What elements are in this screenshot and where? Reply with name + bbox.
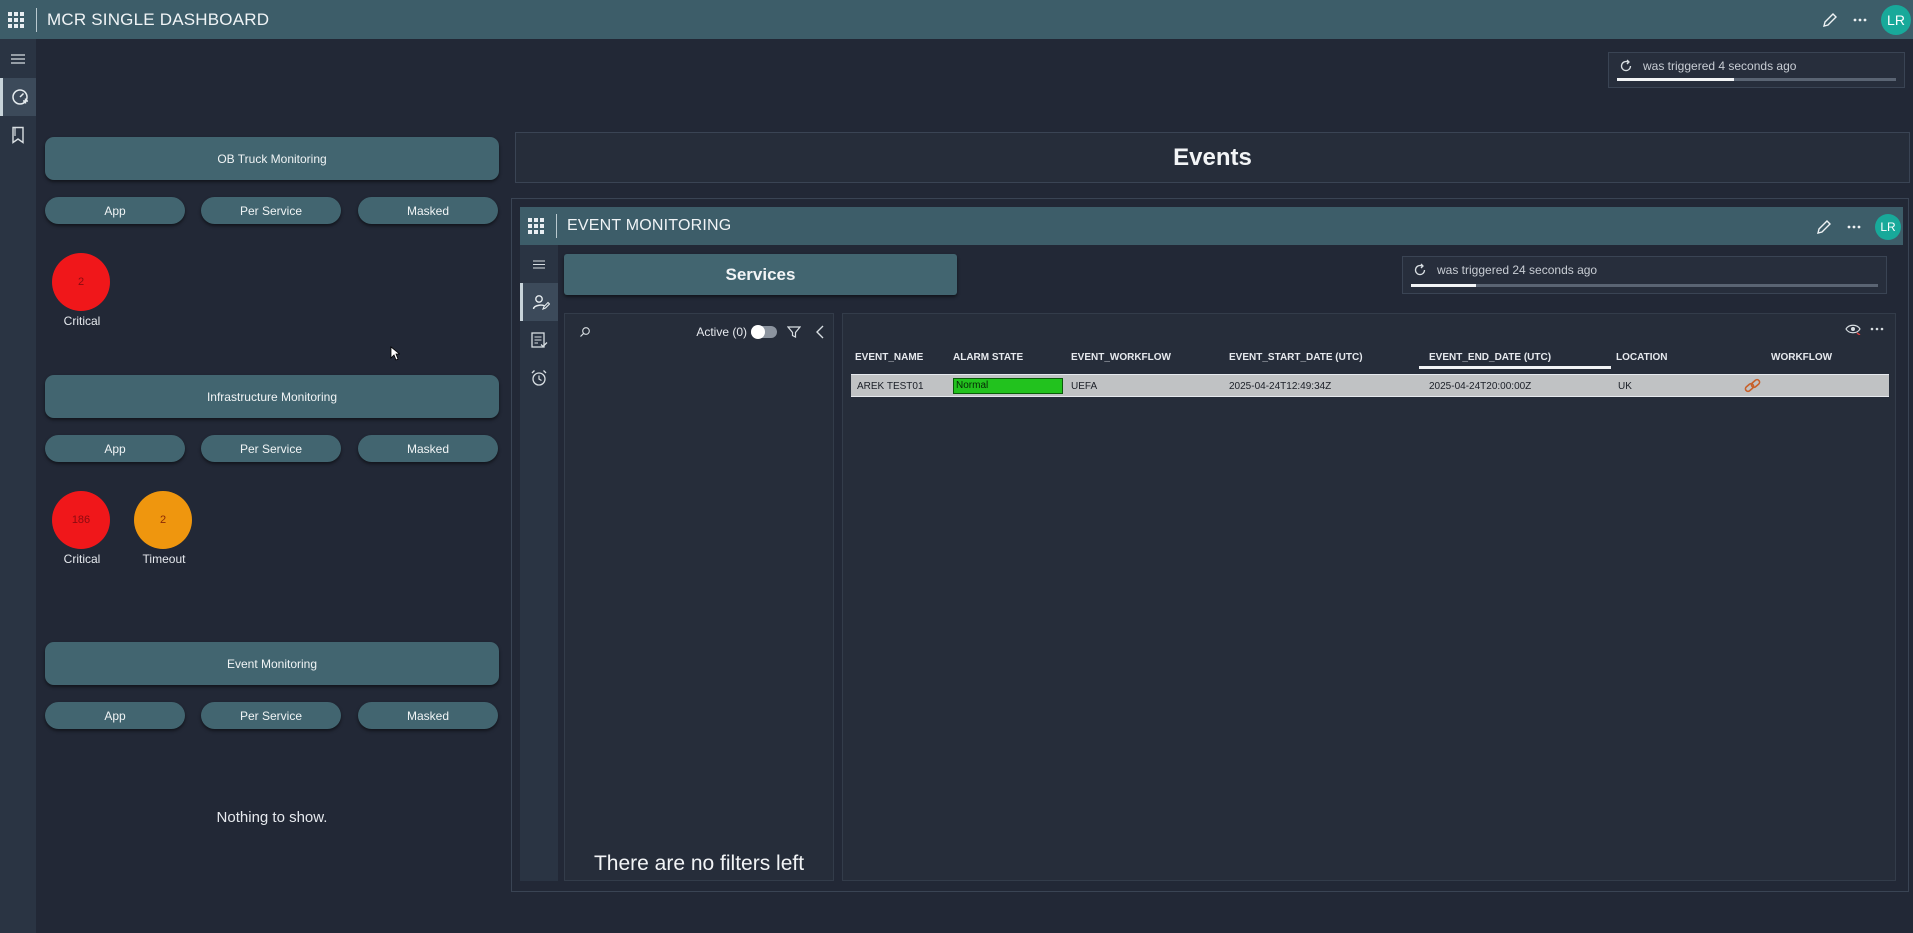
cell-event-start-date: 2025-04-24T12:49:34Z	[1229, 381, 1332, 392]
dashboard-gauge-icon	[11, 89, 28, 105]
ob-truck-per-service-button[interactable]: Per Service	[201, 197, 341, 224]
hamburger-icon	[533, 259, 545, 269]
embed-trigger-progress-bar	[1411, 284, 1878, 287]
ob-truck-critical-label: Critical	[63, 314, 101, 328]
app-launcher-button[interactable]	[0, 0, 32, 39]
user-edit-icon	[532, 295, 550, 310]
trigger-status-text: was triggered 4 seconds ago	[1643, 59, 1797, 73]
embed-rail-item-list[interactable]	[520, 321, 558, 359]
edit-button[interactable]	[1815, 5, 1845, 35]
refresh-icon[interactable]	[1619, 59, 1633, 73]
rail-item-bookmarks[interactable]	[0, 116, 36, 154]
refresh-trigger-status: was triggered 4 seconds ago	[1608, 52, 1905, 88]
events-title: Events	[515, 132, 1910, 183]
column-header-location[interactable]: LOCATION	[1616, 352, 1667, 363]
grid-icon	[528, 218, 544, 234]
ellipsis-icon	[1853, 18, 1867, 21]
table-row[interactable]: AREK TEST01 Normal UEFA 2025-04-24T12:49…	[851, 374, 1889, 397]
embed-app-launcher-button[interactable]	[520, 207, 552, 246]
services-button[interactable]: Services	[564, 254, 957, 295]
cell-event-name: AREK TEST01	[857, 381, 924, 392]
infrastructure-timeout-bubble[interactable]: 2	[134, 491, 192, 549]
embed-more-options-button[interactable]	[1839, 212, 1869, 242]
active-filter-label: Active (0)	[696, 325, 747, 339]
grid-icon	[8, 11, 24, 28]
event-monitoring-masked-button[interactable]: Masked	[358, 702, 498, 729]
filter-icon[interactable]	[787, 325, 801, 339]
pencil-icon	[1817, 219, 1831, 234]
menu-toggle-button[interactable]	[0, 40, 36, 78]
embed-refresh-trigger-status: was triggered 24 seconds ago	[1402, 256, 1887, 294]
infrastructure-masked-button[interactable]: Masked	[358, 435, 498, 462]
embed-trigger-status-text: was triggered 24 seconds ago	[1437, 263, 1598, 277]
bookmark-icon	[12, 126, 24, 144]
embed-trigger-progress-fill	[1411, 284, 1477, 287]
alarm-state-badge: Normal	[953, 378, 1063, 394]
ob-truck-masked-button[interactable]: Masked	[358, 197, 498, 224]
list-check-icon	[531, 332, 548, 348]
trigger-progress-bar	[1617, 78, 1896, 81]
user-avatar[interactable]: LR	[1881, 4, 1911, 35]
top-bar-actions: LR	[1815, 0, 1913, 39]
section-button-infrastructure[interactable]: Infrastructure Monitoring	[45, 375, 499, 418]
left-rail	[0, 39, 36, 933]
infrastructure-timeout-label: Timeout	[142, 552, 186, 566]
cell-location: UK	[1618, 381, 1632, 392]
embed-title: EVENT MONITORING	[567, 217, 732, 234]
section-button-event-monitoring[interactable]: Event Monitoring	[45, 642, 499, 685]
embed-rail-item-services[interactable]	[520, 283, 558, 321]
trigger-progress-fill	[1617, 78, 1735, 81]
top-bar: MCR SINGLE DASHBOARD LR	[0, 0, 1913, 39]
active-filter-toggle[interactable]	[751, 325, 777, 339]
embed-top-bar: EVENT MONITORING LR	[520, 207, 1903, 245]
hamburger-icon	[11, 54, 25, 64]
table-more-options-icon[interactable]	[1869, 323, 1885, 335]
more-options-button[interactable]	[1845, 5, 1875, 35]
no-filters-text: There are no filters left	[593, 852, 805, 875]
embed-menu-toggle-button[interactable]	[520, 245, 558, 283]
title-divider	[36, 7, 37, 32]
column-header-alarm-state[interactable]: ALARM STATE	[953, 352, 1023, 363]
column-header-event-start-date[interactable]: EVENT_START_DATE (UTC)	[1229, 352, 1363, 363]
mouse-cursor-icon	[390, 346, 400, 361]
column-header-event-end-date[interactable]: EVENT_END_DATE (UTC)	[1429, 352, 1551, 363]
infrastructure-critical-bubble[interactable]: 186	[52, 491, 110, 549]
embed-user-avatar[interactable]: LR	[1875, 213, 1901, 240]
event-monitoring-app-button[interactable]: App	[45, 702, 185, 729]
refresh-icon[interactable]	[1413, 263, 1427, 277]
empty-state-text: Nothing to show.	[216, 809, 328, 826]
embed-left-rail	[520, 245, 558, 881]
cell-event-end-date: 2025-04-24T20:00:00Z	[1429, 381, 1532, 392]
filter-toolbar: Active (0)	[565, 314, 833, 350]
page-title: MCR SINGLE DASHBOARD	[47, 9, 270, 29]
infrastructure-per-service-button[interactable]: Per Service	[201, 435, 341, 462]
ob-truck-critical-bubble[interactable]: 2	[52, 253, 110, 311]
embed-top-bar-actions: LR	[1809, 207, 1903, 246]
infrastructure-critical-label: Critical	[63, 552, 101, 566]
section-button-ob-truck[interactable]: OB Truck Monitoring	[45, 137, 499, 180]
embed-title-divider	[556, 214, 557, 238]
cell-event-workflow: UEFA	[1071, 381, 1098, 392]
embed-edit-button[interactable]	[1809, 212, 1839, 242]
events-table-panel: EVENT_NAME ALARM STATE EVENT_WORKFLOW EV…	[842, 313, 1896, 881]
sort-indicator	[1419, 366, 1611, 369]
visibility-eye-icon[interactable]	[1845, 323, 1861, 335]
embed-rail-item-alarm[interactable]	[520, 359, 558, 397]
table-header-row: EVENT_NAME ALARM STATE EVENT_WORKFLOW EV…	[851, 352, 1889, 368]
column-header-event-workflow[interactable]: EVENT_WORKFLOW	[1071, 352, 1171, 363]
workflow-link-icon[interactable]	[1743, 377, 1763, 398]
collapse-chevron-left-icon[interactable]	[815, 325, 825, 339]
infrastructure-app-button[interactable]: App	[45, 435, 185, 462]
alarm-clock-icon	[531, 370, 547, 386]
event-monitoring-per-service-button[interactable]: Per Service	[201, 702, 341, 729]
pencil-icon	[1823, 12, 1837, 27]
event-monitoring-embed: EVENT MONITORING LR Services was trigger…	[511, 198, 1909, 892]
search-icon[interactable]	[579, 326, 591, 338]
filter-panel: Active (0) There are no filters left	[564, 313, 834, 881]
ob-truck-app-button[interactable]: App	[45, 197, 185, 224]
ellipsis-icon	[1847, 225, 1861, 228]
rail-item-dashboard[interactable]	[0, 78, 36, 116]
column-header-workflow[interactable]: WORKFLOW	[1771, 352, 1832, 363]
column-header-event-name[interactable]: EVENT_NAME	[855, 352, 923, 363]
